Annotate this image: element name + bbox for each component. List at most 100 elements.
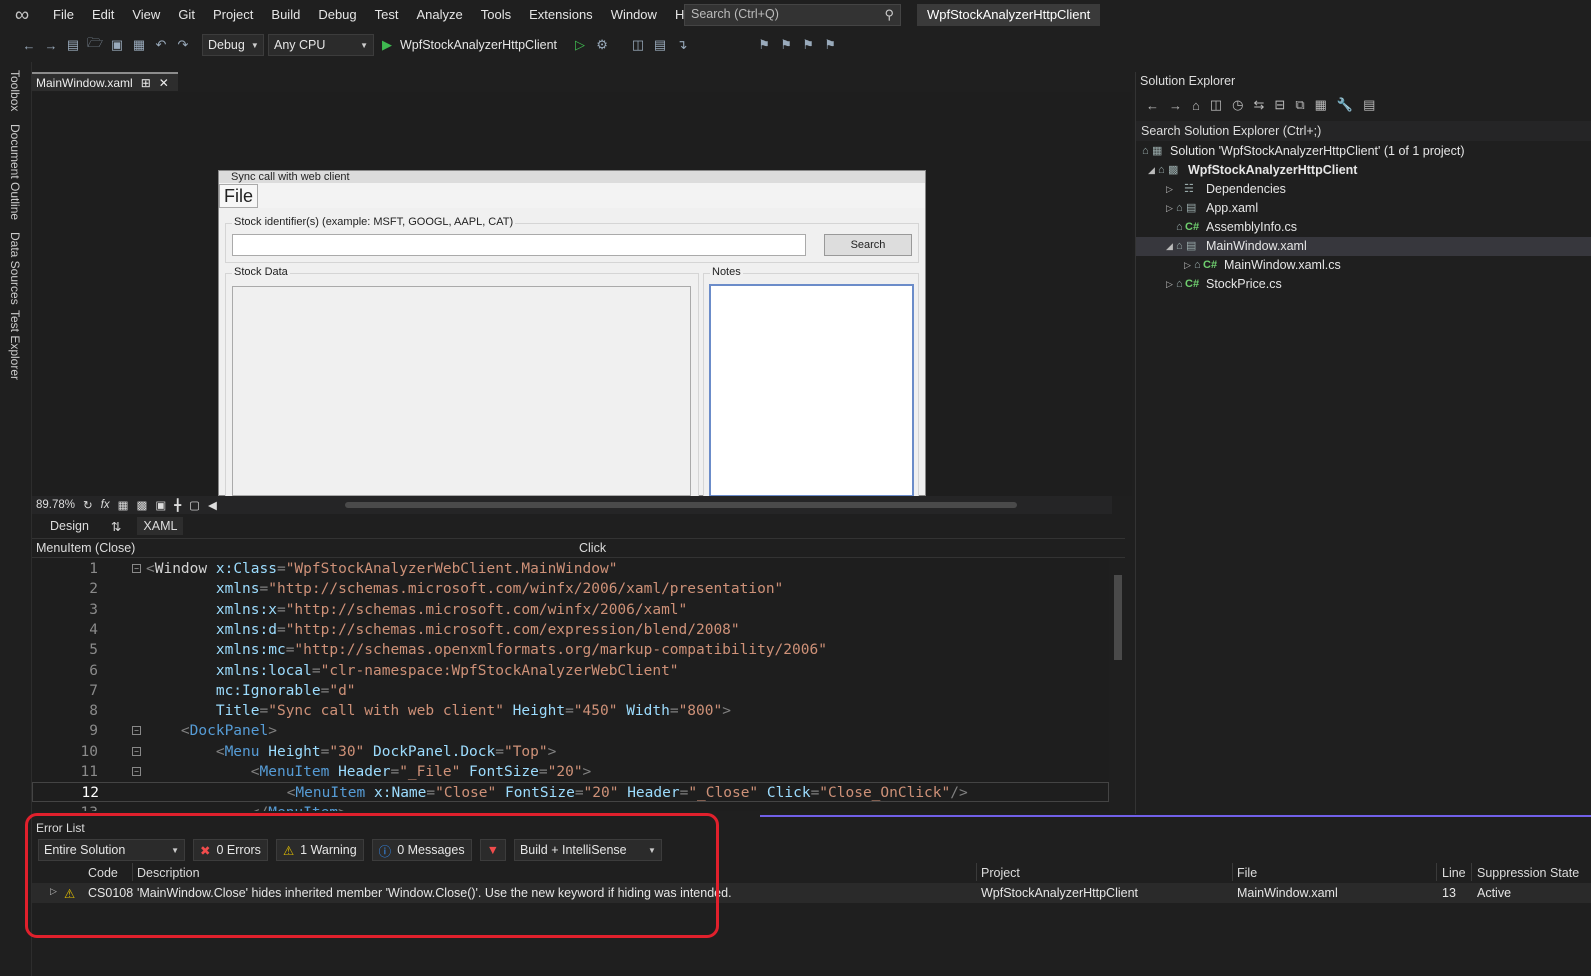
bookmark-prev-icon[interactable]: ⚑ xyxy=(777,37,795,53)
collapsed-icon[interactable]: ▷ xyxy=(1166,180,1173,199)
document-tab[interactable]: MainWindow.xaml ⊞ ✕ xyxy=(32,72,178,91)
fold-toggle-icon[interactable]: − xyxy=(132,767,141,776)
code-line[interactable]: 4 xmlns:d="http://schemas.microsoft.com/… xyxy=(32,620,1109,640)
run-target-button[interactable]: WpfStockAnalyzerHttpClient xyxy=(400,38,557,52)
code-line[interactable]: 6 xmlns:local="clr-namespace:WpfStockAna… xyxy=(32,661,1109,681)
menu-edit[interactable]: Edit xyxy=(83,0,123,30)
event-selector-dropdown[interactable]: Click xyxy=(575,539,1107,557)
effects-icon[interactable]: fx xyxy=(101,499,110,511)
grid-icon[interactable]: ▦ xyxy=(118,498,129,512)
tree-app-xaml[interactable]: ▷ ⌂ ▤ App.xaml xyxy=(1136,199,1591,218)
pending-changes-icon[interactable]: ◷ xyxy=(1232,97,1243,113)
properties-icon[interactable]: 🔧 xyxy=(1337,97,1353,113)
tab-toolbox[interactable]: Toolbox xyxy=(8,70,22,111)
swap-panes-icon[interactable]: ⇅ xyxy=(105,517,127,536)
editor-scroll-thumb[interactable] xyxy=(1114,575,1122,660)
collapse-all-icon[interactable]: ⊟ xyxy=(1274,97,1285,113)
undo-icon[interactable]: ↶ xyxy=(152,37,170,53)
column-suppression[interactable]: Suppression State xyxy=(1477,866,1579,880)
menu-build[interactable]: Build xyxy=(262,0,309,30)
code-line[interactable]: 2 xmlns="http://schemas.microsoft.com/wi… xyxy=(32,579,1109,599)
menu-project[interactable]: Project xyxy=(204,0,262,30)
forward-icon[interactable]: → xyxy=(42,38,60,53)
code-line[interactable]: 12 <MenuItem x:Name="Close" FontSize="20… xyxy=(32,782,1109,803)
code-line[interactable]: 11 − <MenuItem Header="_File" FontSize="2… xyxy=(32,762,1109,782)
fold-toggle-icon[interactable]: − xyxy=(132,726,141,736)
expanded-icon[interactable]: ◢ xyxy=(1166,237,1173,256)
wpf-file-menu[interactable]: File xyxy=(219,184,258,208)
column-project[interactable]: Project xyxy=(981,866,1020,880)
open-folder-icon[interactable]: 🗁 xyxy=(86,34,104,56)
solution-explorer-search[interactable]: Search Solution Explorer (Ctrl+;) xyxy=(1136,121,1591,141)
tab-design[interactable]: Design xyxy=(44,517,95,535)
global-search-input[interactable]: Search (Ctrl+Q) ⚲ xyxy=(684,4,901,26)
sync-icon[interactable]: ⇆ xyxy=(1254,97,1265,113)
new-project-icon[interactable]: ▤ xyxy=(64,37,82,53)
back-icon[interactable]: ← xyxy=(20,38,38,53)
column-file[interactable]: File xyxy=(1237,866,1257,880)
bookmark-clear-icon[interactable]: ⚑ xyxy=(821,37,839,53)
xaml-code-editor[interactable]: 1− <Window x:Class="WpfStockAnalyzerWebCl… xyxy=(32,558,1109,811)
stock-identifier-input[interactable] xyxy=(232,234,806,256)
code-line[interactable]: 1 − <Window x:Class="WpfStockAnalyzerWebCl… xyxy=(32,559,1109,579)
preview-icon[interactable]: ▦ xyxy=(1315,97,1327,113)
scroll-left-icon[interactable]: ◀ xyxy=(208,498,217,512)
designer-horizontal-scrollbar[interactable] xyxy=(345,502,1017,508)
switch-views-icon[interactable]: ◫ xyxy=(1210,97,1222,113)
tab-xaml[interactable]: XAML xyxy=(137,517,184,535)
code-line[interactable]: 13 </MenuItem> xyxy=(32,803,1109,811)
tree-assemblyinfo[interactable]: ⌂ C# AssemblyInfo.cs xyxy=(1136,218,1591,237)
menu-tools[interactable]: Tools xyxy=(472,0,520,30)
tab-data-sources[interactable]: Data Sources xyxy=(8,232,22,305)
collapsed-icon[interactable]: ▷ xyxy=(1166,199,1173,218)
search-button[interactable]: Search xyxy=(824,234,912,256)
forward-icon[interactable]: → xyxy=(1169,98,1182,113)
code-line[interactable]: 8 Title="Sync call with web client" Heig… xyxy=(32,701,1109,721)
redo-icon[interactable]: ↷ xyxy=(174,37,192,53)
start-without-debugging-icon[interactable]: ▷ xyxy=(571,37,589,53)
home-icon[interactable]: ⌂ xyxy=(1192,98,1200,113)
menu-view[interactable]: View xyxy=(123,0,169,30)
zoom-level[interactable]: 89.78% xyxy=(36,499,75,511)
show-all-files-icon[interactable]: ⧉ xyxy=(1295,97,1304,113)
snap-lines-icon[interactable]: ╋ xyxy=(174,498,181,512)
artboard-icon[interactable]: ▣ xyxy=(155,498,166,512)
tree-project[interactable]: ◢ ⌂ ▩ WpfStockAnalyzerHttpClient xyxy=(1136,161,1591,180)
collapsed-icon[interactable]: ▷ xyxy=(1166,275,1173,294)
tab-document-outline[interactable]: Document Outline xyxy=(8,124,22,220)
code-line[interactable]: 5 xmlns:mc="http://schemas.openxmlformat… xyxy=(32,640,1109,660)
menu-file[interactable]: File xyxy=(44,0,83,30)
code-line[interactable]: 9 − <DockPanel> xyxy=(32,721,1109,741)
save-all-icon[interactable]: ▦ xyxy=(130,37,148,53)
browse-icon[interactable]: ◫ xyxy=(629,37,647,53)
menu-test[interactable]: Test xyxy=(366,0,408,30)
tree-solution[interactable]: ⌂ ▦ Solution 'WpfStockAnalyzerHttpClient… xyxy=(1136,142,1591,161)
configuration-dropdown[interactable]: Debug ▼ xyxy=(202,34,264,56)
back-icon[interactable]: ← xyxy=(1146,98,1159,113)
menu-git[interactable]: Git xyxy=(169,0,204,30)
hot-reload-icon[interactable]: ⚙ xyxy=(593,37,611,53)
tab-test-explorer[interactable]: Test Explorer xyxy=(8,310,22,380)
menu-window[interactable]: Window xyxy=(602,0,666,30)
visual-studio-logo-icon[interactable]: ∞ xyxy=(0,0,44,30)
fold-toggle-icon[interactable]: − xyxy=(132,746,141,756)
refresh-icon[interactable]: ↻ xyxy=(83,498,93,512)
start-debugging-icon[interactable]: ▶ xyxy=(378,37,396,53)
fold-toggle-icon[interactable]: − xyxy=(132,564,141,573)
code-line[interactable]: 7 mc:Ignorable="d" xyxy=(32,681,1109,701)
stock-data-grid[interactable] xyxy=(232,286,691,496)
device-icon[interactable]: ▢ xyxy=(189,498,200,512)
code-line[interactable]: 10 − <Menu Height="30" DockPanel.Dock="To… xyxy=(32,742,1109,762)
layout-icon[interactable]: ▤ xyxy=(651,37,669,53)
tree-stockprice-cs[interactable]: ▷ ⌂ C# StockPrice.cs xyxy=(1136,275,1591,294)
tree-mainwindow-xaml[interactable]: ◢ ⌂ ▤ MainWindow.xaml xyxy=(1136,237,1591,256)
bookmark-next-icon[interactable]: ⚑ xyxy=(799,37,817,53)
wpf-window-preview[interactable]: Sync call with web client File Stock ide… xyxy=(218,170,926,497)
tree-mainwindow-xaml-cs[interactable]: ▷ ⌂ C# MainWindow.xaml.cs xyxy=(1136,256,1591,275)
step-icon[interactable]: ↴ xyxy=(673,37,691,53)
element-selector-dropdown[interactable]: MenuItem (Close) xyxy=(32,539,567,557)
tree-dependencies[interactable]: ▷ ☵ Dependencies xyxy=(1136,180,1591,199)
pin-icon[interactable]: ⊞ xyxy=(141,76,151,90)
bookmark-icon[interactable]: ⚑ xyxy=(755,37,773,53)
platform-dropdown[interactable]: Any CPU ▼ xyxy=(268,34,374,56)
